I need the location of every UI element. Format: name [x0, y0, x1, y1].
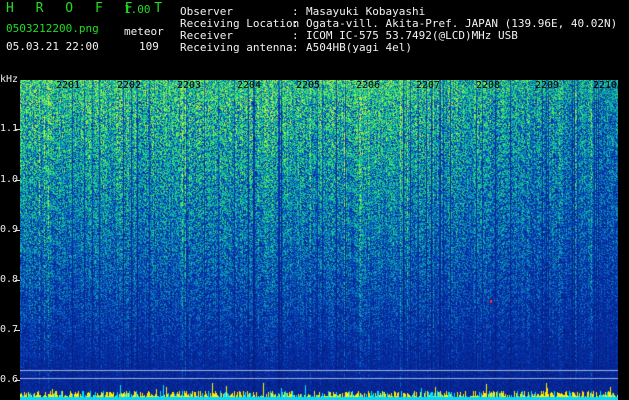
echo-count: 109 — [139, 40, 159, 53]
file-name: 0503212200.png — [6, 22, 99, 35]
x-label-2209: 2209 — [535, 80, 560, 91]
x-label-2205: 2205 — [296, 80, 321, 91]
y-unit-label: kHz — [0, 74, 19, 85]
x-label-2201: 2201 — [56, 80, 81, 91]
antenna-label: Receiving antenna — [180, 41, 293, 54]
header-panel: H R O F F T 1.00 0503212200.png meteor 0… — [0, 0, 629, 78]
app-version: 1.00 — [124, 3, 151, 16]
x-label-2208: 2208 — [476, 80, 501, 91]
x-label-2207: 2207 — [416, 80, 441, 91]
x-label-2206: 2206 — [356, 80, 381, 91]
x-label-2210: 2210 — [593, 80, 618, 91]
x-label-2202: 2202 — [117, 80, 142, 91]
mode-label: meteor — [124, 25, 164, 38]
y-axis: kHz 1.1 1.0 0.9 0.8 0.7 0.6 — [0, 74, 20, 400]
right-margin — [618, 78, 629, 400]
x-label-2203: 2203 — [177, 80, 202, 91]
x-label-2204: 2204 — [237, 80, 262, 91]
spectrogram-canvas — [20, 80, 618, 400]
antenna-value: A504HB(yagi 4el) — [306, 41, 412, 54]
date-time: 05.03.21 22:00 — [6, 40, 99, 53]
antenna-sep: : — [292, 41, 299, 54]
spectrogram-plot — [20, 80, 618, 400]
